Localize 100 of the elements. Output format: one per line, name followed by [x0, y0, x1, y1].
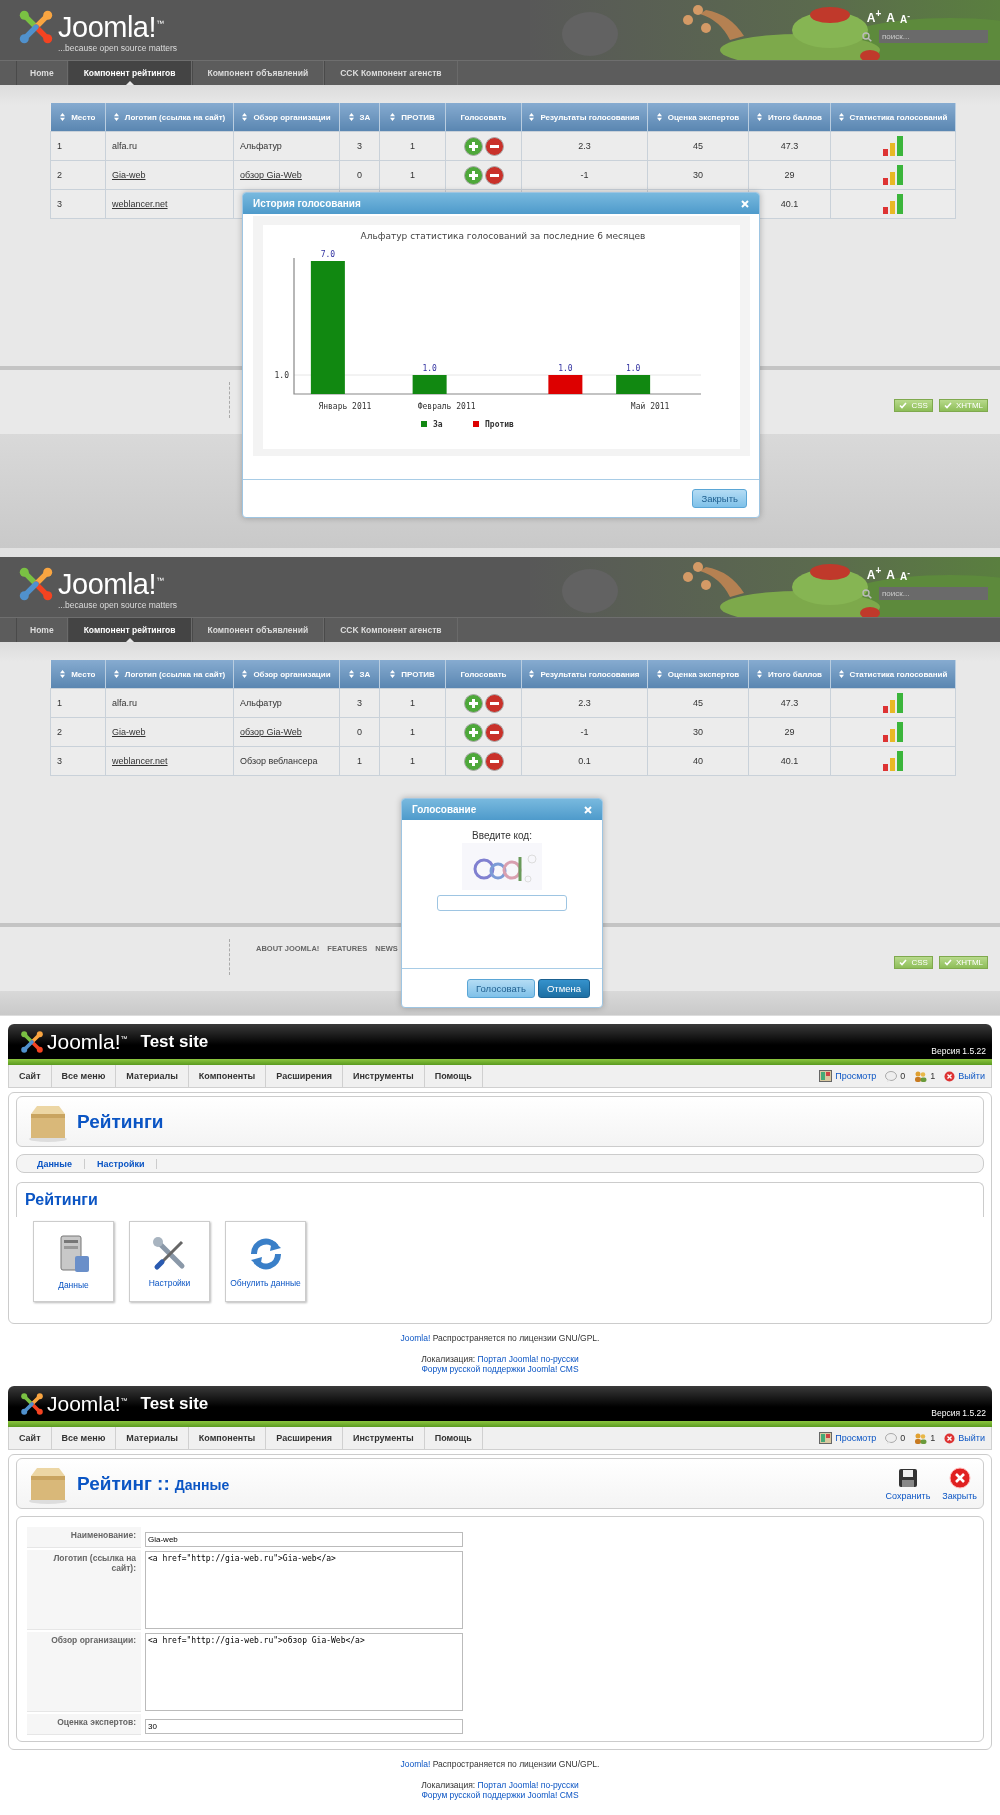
localization-text: Локализация: Портал Joomla! по-русски: [421, 1780, 579, 1790]
table-link[interactable]: Gia-web: [112, 170, 146, 180]
menu-item[interactable]: Расширения: [266, 1427, 343, 1449]
code-field[interactable]: [437, 895, 567, 911]
dashboard-tile[interactable]: Данные: [33, 1221, 114, 1302]
sort-icon: [242, 112, 248, 121]
text-size-button[interactable]: A$^{-}$: [900, 10, 910, 25]
bar-chart-icon[interactable]: [883, 194, 903, 214]
data-label: 7.0: [320, 250, 335, 259]
text-field[interactable]: 30: [145, 1719, 463, 1734]
sort-icon: [390, 669, 396, 678]
table-link[interactable]: обзор Gia-Web: [240, 727, 302, 737]
menu-item[interactable]: Все меню: [51, 1427, 117, 1449]
toolbar-button[interactable]: Закрыть: [942, 1466, 977, 1501]
menu-item[interactable]: Материалы: [116, 1065, 189, 1087]
toolbar-button[interactable]: Сохранить: [885, 1466, 931, 1501]
status-item[interactable]: Просмотр: [819, 1070, 877, 1082]
dashboard-tile[interactable]: Настройки: [129, 1221, 210, 1302]
nav-tab[interactable]: Компонент рейтингов: [67, 618, 192, 642]
forum-link[interactable]: Форум русской поддержки Joomla! CMS: [421, 1790, 579, 1800]
legend-label: За: [432, 420, 443, 429]
menu-item[interactable]: Компоненты: [188, 1065, 267, 1087]
menu-item[interactable]: Все меню: [51, 1065, 117, 1087]
vote-for-button[interactable]: [463, 136, 483, 156]
search-field[interactable]: поиск...: [879, 30, 988, 43]
vote-for-button[interactable]: [463, 165, 483, 185]
table-link[interactable]: weblancer.net: [112, 756, 168, 766]
table-cell: 45: [647, 131, 749, 161]
vote-against-button[interactable]: [484, 165, 504, 185]
dialog-button[interactable]: Закрыть: [692, 489, 747, 508]
dashboard-tile[interactable]: Обнулить данные: [225, 1221, 306, 1302]
data-label: 1.0: [421, 364, 437, 373]
close-icon[interactable]: [584, 805, 592, 814]
joomla-link[interactable]: Joomla!: [400, 1333, 431, 1343]
sort-icon: [656, 112, 662, 121]
joomla-link[interactable]: Joomla!: [400, 1759, 431, 1769]
menu-item[interactable]: Материалы: [116, 1427, 189, 1449]
search-icon: [862, 588, 872, 599]
vote-for-button[interactable]: [463, 722, 483, 742]
vote-against-button[interactable]: [484, 136, 504, 156]
vote-against-button[interactable]: [484, 693, 504, 713]
bar-chart-icon[interactable]: [883, 693, 903, 713]
logo-wordmark: Joomla!$^{™}$: [47, 1391, 128, 1416]
close-icon[interactable]: [741, 199, 749, 208]
table-cell: 30: [647, 160, 749, 190]
search-field[interactable]: поиск...: [879, 587, 988, 600]
status-item[interactable]: Просмотр: [819, 1432, 877, 1444]
vote-against-button[interactable]: [484, 751, 504, 771]
menu-item[interactable]: Инструменты: [342, 1427, 425, 1449]
menu-item[interactable]: Компоненты: [188, 1427, 267, 1449]
bar-chart-icon[interactable]: [883, 751, 903, 771]
menu-item[interactable]: Сайт: [9, 1427, 52, 1449]
vote-for-button[interactable]: [463, 751, 483, 771]
status-item[interactable]: 1: [914, 1070, 936, 1082]
text-size-button[interactable]: A: [886, 11, 895, 25]
sort-icon: [756, 112, 762, 121]
menu-item[interactable]: Инструменты: [342, 1065, 425, 1087]
bar-chart-icon[interactable]: [883, 722, 903, 742]
table-link[interactable]: weblancer.net: [112, 199, 168, 209]
text-area[interactable]: <a href="http://gia-web.ru">Gia-web</a>: [145, 1551, 463, 1629]
sort-icon: [756, 669, 762, 678]
portal-link[interactable]: Портал Joomla! по-русски: [477, 1354, 579, 1364]
logout-icon: [944, 1070, 956, 1082]
bar-chart-icon[interactable]: [883, 165, 903, 185]
dialog-button[interactable]: Голосовать: [466, 978, 535, 998]
nav-tab[interactable]: Компонент рейтингов: [67, 61, 192, 85]
vote-against-button[interactable]: [484, 722, 504, 742]
dialog-button[interactable]: Отмена: [537, 978, 590, 998]
portal-link[interactable]: Портал Joomla! по-русски: [477, 1780, 579, 1790]
status-item[interactable]: Выйти: [944, 1070, 985, 1082]
menu-item[interactable]: Помощь: [424, 1427, 483, 1449]
check-icon: [943, 402, 952, 409]
status-item[interactable]: 0: [885, 1432, 906, 1444]
menu-item[interactable]: Сайт: [9, 1065, 52, 1087]
menu-item[interactable]: Расширения: [266, 1065, 343, 1087]
text-size-button[interactable]: A$^{+}$: [866, 8, 882, 25]
table-link[interactable]: обзор Gia-Web: [240, 170, 302, 180]
users-icon: [914, 1432, 928, 1444]
check-icon: [943, 959, 952, 966]
submenu-link[interactable]: Настройки: [85, 1158, 158, 1169]
status-item[interactable]: Выйти: [944, 1432, 985, 1444]
text-area[interactable]: <a href="http://gia-web.ru">обзор Gia-Web</a>: [145, 1633, 463, 1711]
forum-link[interactable]: Форум русской поддержки Joomla! CMS: [421, 1364, 579, 1374]
table-cell: 1: [50, 131, 106, 161]
text-size-button[interactable]: A: [886, 568, 895, 582]
table-link[interactable]: Gia-web: [112, 727, 146, 737]
table-cell: 1: [50, 688, 106, 718]
vote-for-button[interactable]: [463, 693, 483, 713]
sort-icon: [60, 669, 66, 678]
bar-chart-icon[interactable]: [883, 136, 903, 156]
sort-icon: [656, 669, 662, 678]
status-item[interactable]: 0: [885, 1070, 906, 1082]
site-name: Test site: [140, 1393, 209, 1414]
text-size-button[interactable]: A$^{-}$: [900, 567, 910, 582]
preview-icon: [819, 1070, 833, 1082]
text-field[interactable]: Gia-web: [145, 1532, 463, 1547]
status-item[interactable]: 1: [914, 1432, 936, 1444]
menu-item[interactable]: Помощь: [424, 1065, 483, 1087]
submenu-link[interactable]: Данные: [25, 1158, 85, 1169]
text-size-button[interactable]: A$^{+}$: [866, 565, 882, 582]
